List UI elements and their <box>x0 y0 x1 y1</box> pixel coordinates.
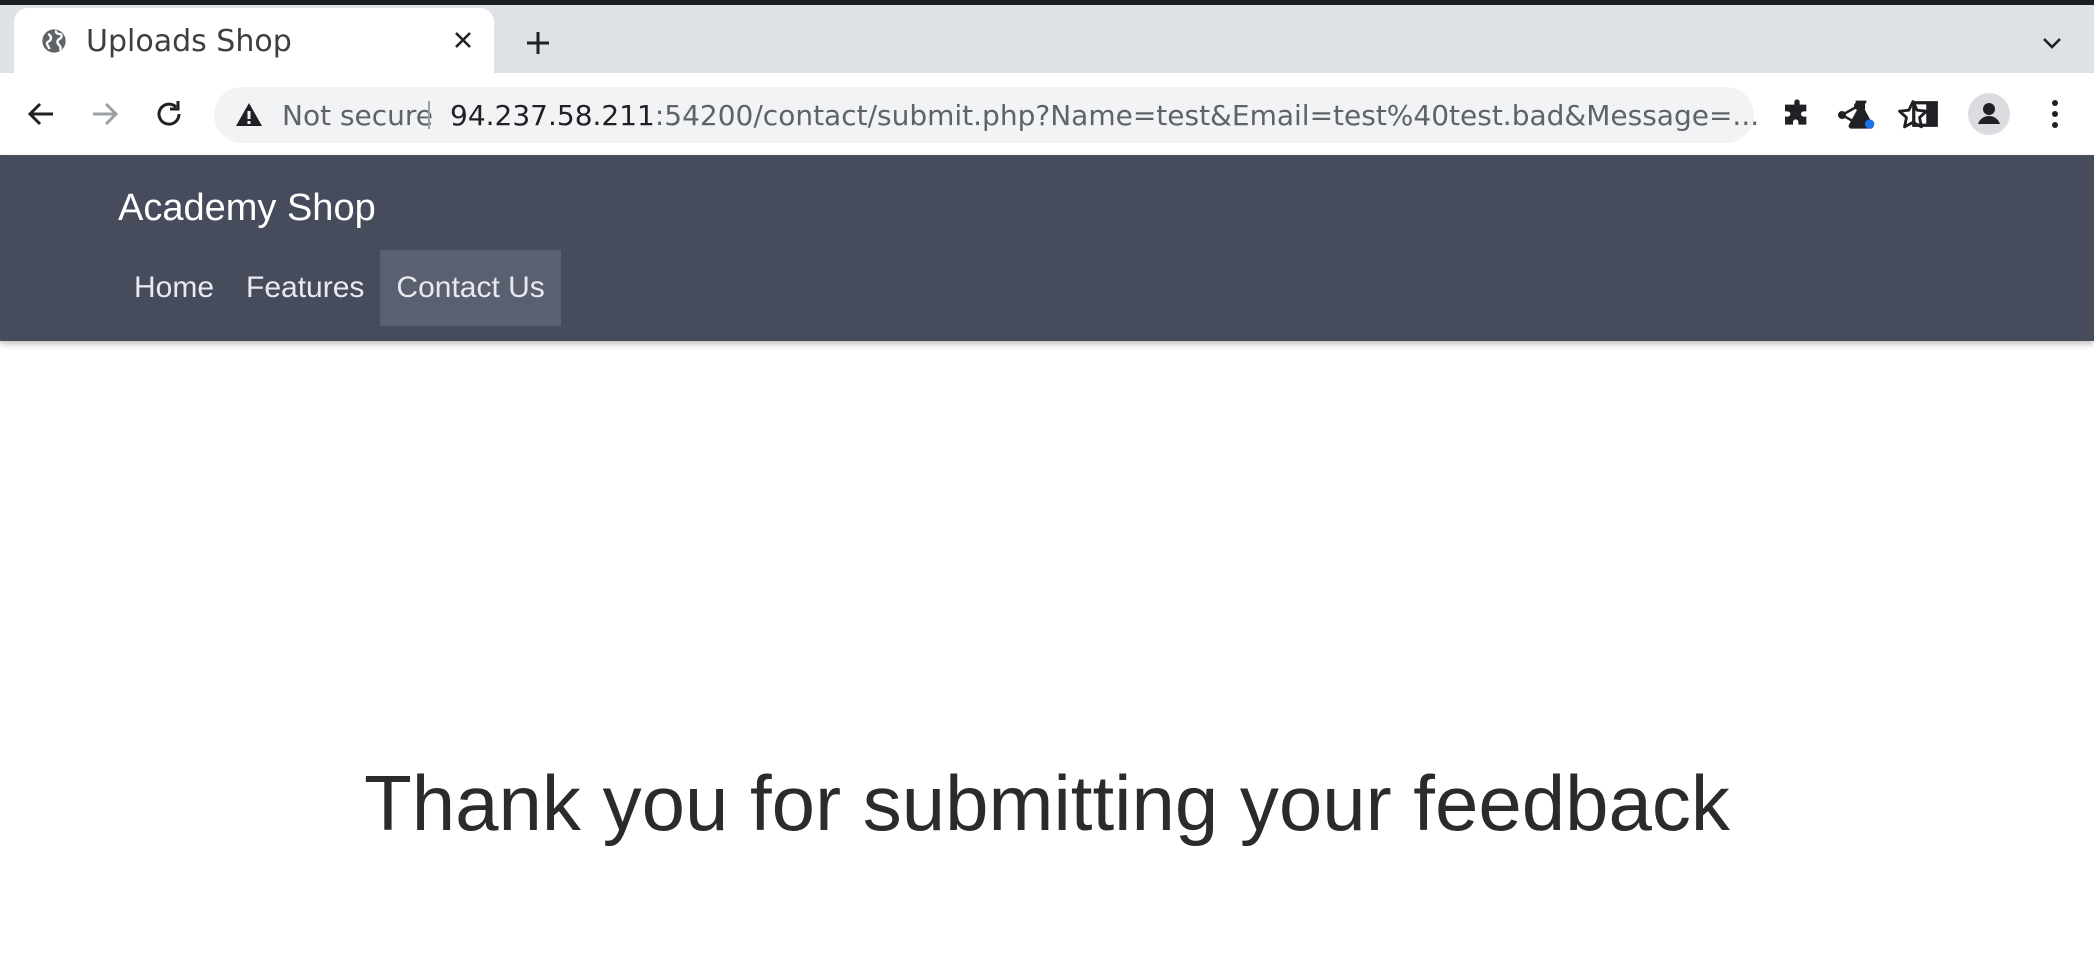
omnibox-separator <box>428 101 430 129</box>
side-panel-icon[interactable] <box>1902 91 1948 137</box>
back-icon[interactable] <box>16 89 66 139</box>
tab-strip: Uploads Shop <box>0 5 2094 74</box>
profile-avatar-icon[interactable] <box>1966 91 2012 137</box>
forward-icon[interactable] <box>80 89 130 139</box>
url-text[interactable]: 94.237.58.211:54200/contact/submit.php?N… <box>450 99 1836 132</box>
nav-link-home[interactable]: Home <box>118 250 230 326</box>
menu-kebab-icon[interactable] <box>2032 91 2078 137</box>
labs-flask-icon[interactable] <box>1838 91 1884 137</box>
globe-icon <box>40 27 68 55</box>
url-host: 94.237.58.211 <box>450 99 655 132</box>
site-navbar: Academy Shop Home Features Contact Us <box>0 155 2094 341</box>
tab-title: Uploads Shop <box>86 24 292 59</box>
tab-close-icon[interactable] <box>446 23 480 57</box>
reload-icon[interactable] <box>144 89 194 139</box>
main-nav: Home Features Contact Us <box>118 250 561 326</box>
extensions-puzzle-icon[interactable] <box>1774 91 1820 137</box>
nav-link-features[interactable]: Features <box>230 250 380 326</box>
url-path: :54200/contact/submit.php?Name=test&Emai… <box>654 99 1760 132</box>
browser-toolbar: Not secure 94.237.58.211:54200/contact/s… <box>0 73 2094 155</box>
address-bar[interactable]: Not secure 94.237.58.211:54200/contact/s… <box>214 87 1928 143</box>
tab-uploads-shop[interactable]: Uploads Shop <box>14 8 494 74</box>
brand-logo-text[interactable]: Academy Shop <box>118 187 376 230</box>
warning-triangle-icon[interactable] <box>234 100 264 130</box>
security-label[interactable]: Not secure <box>282 99 433 132</box>
new-tab-plus-icon[interactable] <box>518 23 558 63</box>
nav-link-contact-us[interactable]: Contact Us <box>380 250 561 326</box>
tab-search-chevron-down-icon[interactable] <box>2032 23 2072 63</box>
thank-you-message: Thank you for submitting your feedback <box>364 759 1730 847</box>
